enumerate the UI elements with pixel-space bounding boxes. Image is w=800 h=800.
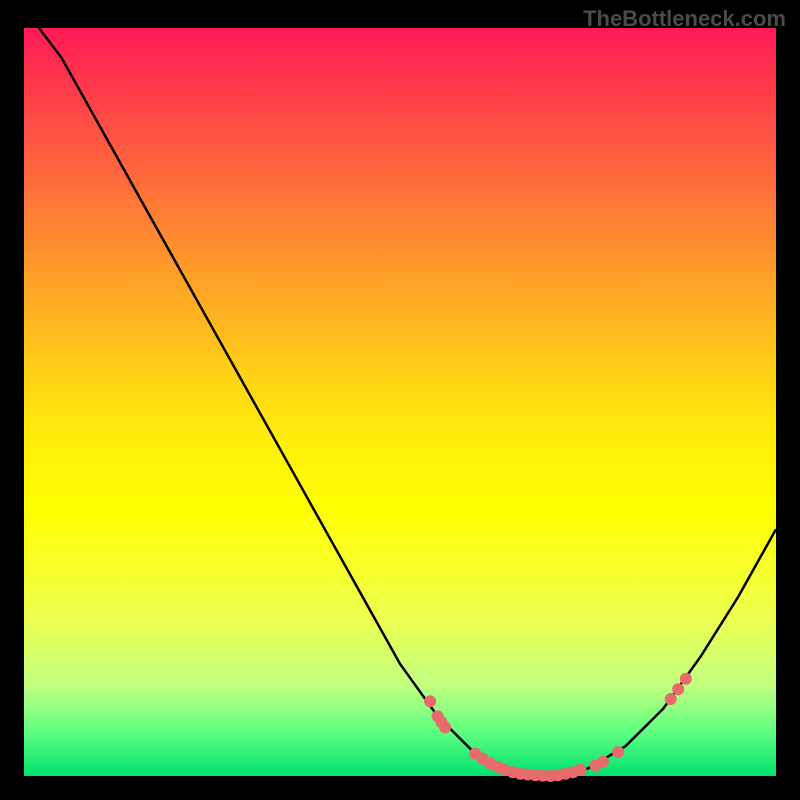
- attribution-text: TheBottleneck.com: [583, 6, 786, 32]
- data-points-group: [424, 673, 692, 782]
- data-point: [597, 756, 609, 768]
- data-point: [424, 695, 436, 707]
- chart-svg: [24, 28, 776, 776]
- data-point: [575, 764, 587, 776]
- data-point: [439, 721, 451, 733]
- bottleneck-curve: [39, 28, 776, 776]
- data-point: [672, 683, 684, 695]
- data-point: [665, 693, 677, 705]
- data-point: [612, 746, 624, 758]
- data-point: [680, 673, 692, 685]
